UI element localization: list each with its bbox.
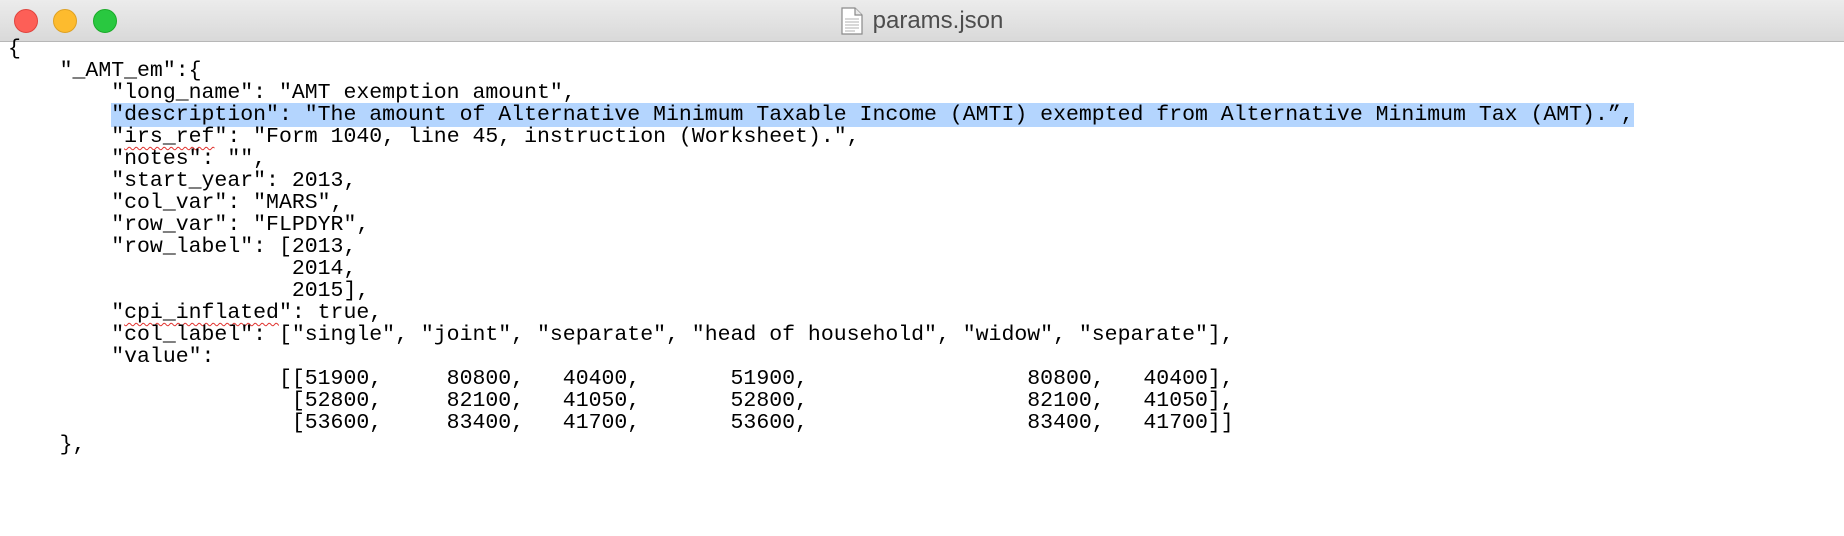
text-editor-area[interactable]: { "_AMT_em":{ "long_name": "AMT exemptio… — [8, 36, 1838, 536]
zoom-window-button[interactable] — [93, 9, 117, 33]
close-window-button[interactable] — [14, 9, 38, 33]
code-text: }, — [8, 433, 86, 457]
code-line[interactable]: }, — [8, 432, 86, 458]
text-editor-window: params.json { "_AMT_em":{ "long_name": "… — [0, 0, 1844, 536]
minimize-window-button[interactable] — [53, 9, 77, 33]
code-line[interactable]: [53600, 83400, 41700, 53600, 83400, 4170… — [8, 410, 1234, 436]
code-text: ": "Form 1040, line 45, instruction (Wor… — [214, 125, 860, 149]
code-text: [53600, 83400, 41700, 53600, 83400, 4170… — [8, 411, 1234, 435]
